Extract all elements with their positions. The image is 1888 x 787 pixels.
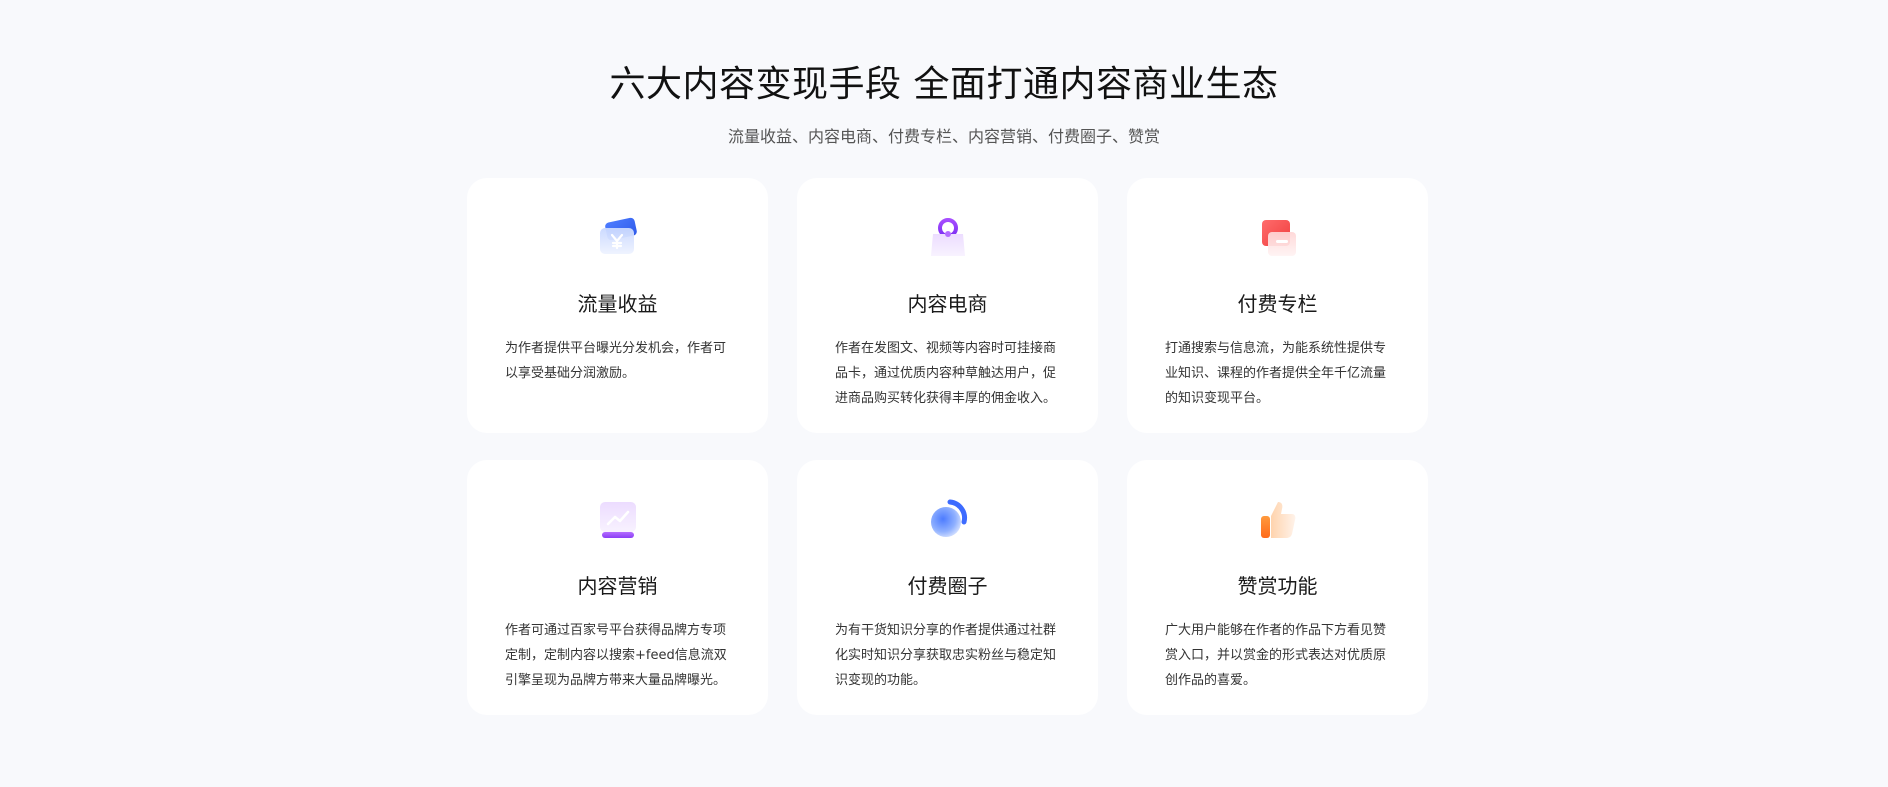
card-title: 付费圈子 bbox=[907, 574, 988, 598]
card-description: 作者在发图文、视频等内容时可挂接商品卡，通过优质内容种草触达用户，促进商品购买转… bbox=[835, 341, 1057, 406]
card-title: 流量收益 bbox=[577, 292, 658, 316]
page: 六大内容变现手段 全面打通内容商业生态 流量收益、内容电商、付费专栏、内容营销、… bbox=[0, 0, 1888, 787]
card-title: 内容电商 bbox=[907, 292, 988, 316]
feature-card-content-marketing: 内容营销 作者可通过百家号平台获得品牌方专项定制，定制内容以搜索+feed信息流… bbox=[467, 460, 768, 715]
card-title: 付费专栏 bbox=[1237, 292, 1318, 316]
card-description: 为作者提供平台曝光分发机会，作者可以享受基础分润激励。 bbox=[505, 341, 727, 381]
card-title: 赞赏功能 bbox=[1237, 574, 1318, 598]
shopping-bag-icon bbox=[930, 218, 965, 256]
feature-card-content-ecommerce: 内容电商 作者在发图文、视频等内容时可挂接商品卡，通过优质内容种草触达用户，促进… bbox=[797, 178, 1098, 433]
wallet-icon bbox=[1261, 220, 1296, 256]
card-description: 广大用户能够在作者的作品下方看见赞赏入口，并以赏金的形式表达对优质原创作品的喜爱… bbox=[1165, 623, 1387, 688]
card-description: 打通搜索与信息流，为能系统性提供专业知识、课程的作者提供全年千亿流量的知识变现平… bbox=[1165, 341, 1387, 406]
page-subtitle: 流量收益、内容电商、付费专栏、内容营销、付费圈子、赞赏 bbox=[727, 127, 1160, 146]
yuan-card-icon bbox=[599, 217, 637, 254]
card-description: 作者可通过百家号平台获得品牌方专项定制，定制内容以搜索+feed信息流双引擎呈现… bbox=[505, 623, 727, 688]
page-title: 六大内容变现手段 全面打通内容商业生态 bbox=[609, 64, 1279, 105]
feature-card-traffic-revenue: 流量收益 为作者提供平台曝光分发机会，作者可以享受基础分润激励。 bbox=[467, 178, 768, 433]
thumbs-up-icon bbox=[1260, 502, 1295, 538]
circle-group-icon bbox=[930, 499, 967, 537]
card-description: 为有干货知识分享的作者提供通过社群化实时知识分享获取忠实粉丝与稳定知识变现的功能… bbox=[835, 623, 1057, 688]
feature-card-paid-circle: 付费圈子 为有干货知识分享的作者提供通过社群化实时知识分享获取忠实粉丝与稳定知识… bbox=[797, 460, 1098, 715]
feature-card-tipping: 赞赏功能 广大用户能够在作者的作品下方看见赞赏入口，并以赏金的形式表达对优质原创… bbox=[1127, 460, 1428, 715]
trend-chart-icon bbox=[599, 502, 636, 538]
card-title: 内容营销 bbox=[577, 574, 658, 598]
feature-grid: 流量收益 为作者提供平台曝光分发机会，作者可以享受基础分润激励。 内容电商 作者… bbox=[467, 178, 1428, 715]
feature-card-paid-column: 付费专栏 打通搜索与信息流，为能系统性提供专业知识、课程的作者提供全年千亿流量的… bbox=[1127, 178, 1428, 433]
